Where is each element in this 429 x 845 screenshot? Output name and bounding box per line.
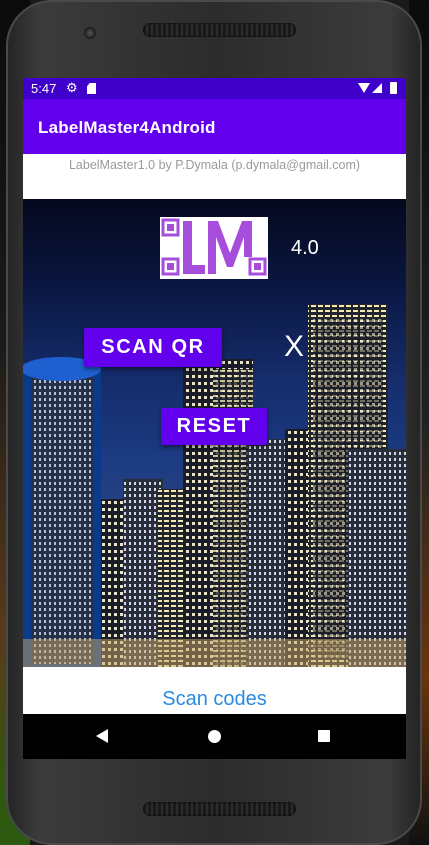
version-label: 4.0 (291, 237, 319, 259)
scan-status-indicator: X (284, 330, 305, 363)
reset-button[interactable]: RESET (161, 408, 267, 445)
scan-codes-link[interactable]: Scan codes (23, 688, 406, 711)
gear-icon: ⚙ (66, 80, 78, 95)
battery-icon (390, 82, 397, 94)
scan-qr-button[interactable]: SCAN QR (84, 328, 222, 367)
city-background-image: 4.0 SCAN QR X RESET (23, 199, 406, 667)
back-icon[interactable] (96, 729, 108, 743)
app-logo (160, 217, 268, 279)
recents-icon[interactable] (318, 730, 330, 742)
home-icon[interactable] (208, 730, 221, 743)
signal-icon (372, 83, 382, 93)
status-bar: 5:47 ⚙ (23, 78, 406, 99)
credit-text: LabelMaster1.0 by P.Dymala (p.dymala@gma… (68, 158, 361, 172)
sd-card-icon (87, 83, 96, 94)
wifi-icon (358, 83, 370, 93)
front-camera (84, 27, 96, 39)
app-title: LabelMaster4Android (38, 118, 216, 137)
status-time: 5:47 (31, 81, 57, 96)
top-speaker (143, 23, 296, 37)
navigation-bar (23, 714, 406, 759)
qr-lm-logo-icon (160, 217, 268, 279)
app-bar: LabelMaster4Android (23, 99, 406, 154)
screen: 5:47 ⚙ LabelMaster4Android LabelMaster1.… (23, 78, 406, 759)
bottom-speaker (143, 802, 296, 816)
